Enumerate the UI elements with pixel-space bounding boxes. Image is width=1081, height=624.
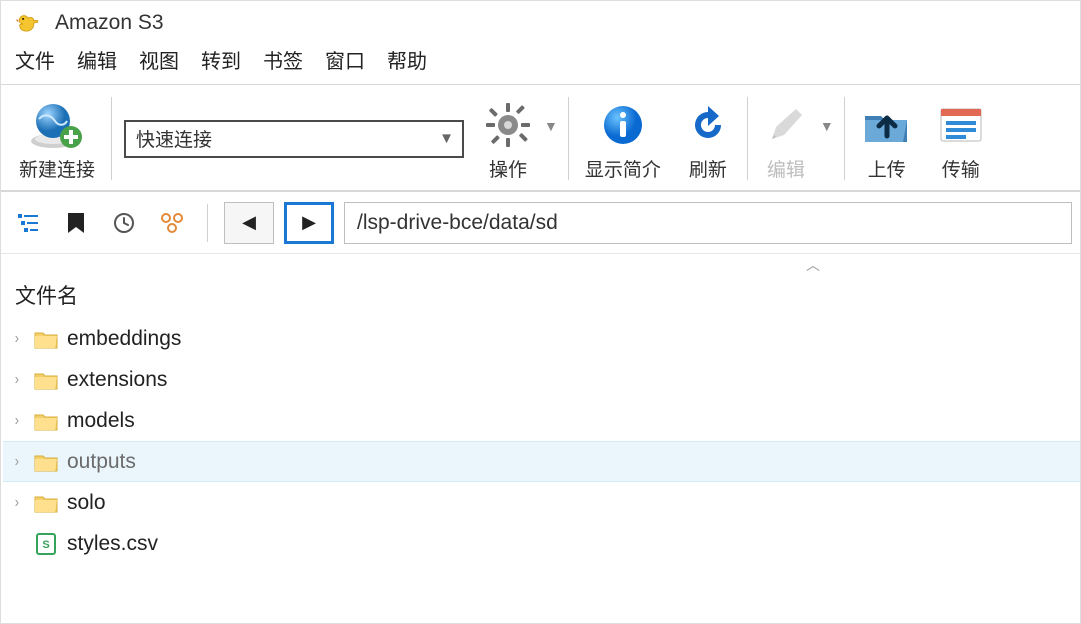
- folder-icon: [33, 408, 59, 434]
- menu-file[interactable]: 文件: [15, 45, 55, 74]
- path-input[interactable]: [344, 202, 1072, 244]
- menu-window[interactable]: 窗口: [325, 45, 365, 74]
- titlebar: Amazon S3: [1, 1, 1080, 43]
- nav-back-button[interactable]: ◀: [224, 202, 274, 244]
- menu-help[interactable]: 帮助: [387, 45, 427, 74]
- folder-icon: [33, 367, 59, 393]
- folder-row[interactable]: › outputs: [3, 441, 1080, 482]
- folder-row[interactable]: › models: [3, 400, 1080, 441]
- expand-caret-icon[interactable]: ›: [15, 494, 29, 512]
- folder-icon: [33, 326, 59, 352]
- duck-icon: [15, 10, 41, 36]
- folder-icon: [33, 449, 59, 475]
- edit-label: 编辑: [767, 155, 805, 182]
- edit-dropdown-caret[interactable]: ▼: [820, 91, 840, 186]
- tree-item-name: solo: [67, 491, 106, 515]
- gear-icon: [484, 101, 532, 149]
- get-info-button[interactable]: 显示简介: [573, 91, 673, 186]
- pane-collapse-caret[interactable]: ︿: [1, 254, 1080, 276]
- toolbar-separator: [844, 97, 845, 180]
- bonjour-view-button[interactable]: [153, 204, 191, 242]
- folder-row[interactable]: › embeddings: [3, 318, 1080, 359]
- quick-connect-combobox[interactable]: 快速连接 ▼: [124, 120, 464, 158]
- history-view-button[interactable]: [105, 204, 143, 242]
- triangle-right-icon: ▶: [302, 212, 316, 233]
- get-info-label: 显示简介: [585, 155, 661, 182]
- pencil-icon: [764, 103, 808, 147]
- menu-edit[interactable]: 编辑: [77, 45, 117, 74]
- action-dropdown-caret[interactable]: ▼: [544, 91, 564, 186]
- toolbar-separator: [111, 97, 112, 180]
- triangle-left-icon: ◀: [242, 212, 256, 233]
- csv-file-icon: S: [33, 531, 59, 557]
- folder-row[interactable]: › solo: [3, 482, 1080, 523]
- tree-item-name: outputs: [67, 450, 136, 474]
- toolbar-separator: [747, 97, 748, 180]
- refresh-label: 刷新: [689, 155, 727, 182]
- globe-plus-icon: [29, 99, 85, 151]
- menu-go[interactable]: 转到: [201, 45, 241, 74]
- expand-caret-icon[interactable]: ›: [15, 412, 29, 430]
- toolbar-separator: [568, 97, 569, 180]
- toolbar: 新建连接 快速连接 ▼: [1, 84, 1080, 192]
- info-icon: [600, 102, 646, 148]
- tree-item-name: styles.csv: [67, 532, 158, 556]
- tree-item-name: extensions: [67, 368, 167, 392]
- folder-row[interactable]: › extensions: [3, 359, 1080, 400]
- navigation-bar: ◀ ▶: [1, 192, 1080, 254]
- upload-label: 上传: [868, 155, 906, 182]
- folder-icon: [33, 490, 59, 516]
- transfers-button[interactable]: 传输: [925, 91, 997, 186]
- tree-item-name: models: [67, 409, 135, 433]
- file-row[interactable]: › S styles.csv: [3, 523, 1080, 564]
- expand-caret-icon[interactable]: ›: [15, 453, 29, 471]
- bonjour-icon: [159, 211, 185, 235]
- menubar: 文件 编辑 视图 转到 书签 窗口 帮助: [1, 43, 1080, 84]
- chevron-down-icon: ▼: [439, 130, 454, 147]
- new-connection-label: 新建连接: [19, 155, 95, 182]
- svg-text:S: S: [42, 539, 49, 551]
- transfers-window-icon: [937, 103, 985, 147]
- column-header-name[interactable]: 文件名: [1, 276, 1080, 316]
- menu-bookmarks[interactable]: 书签: [263, 45, 303, 74]
- outline-view-button[interactable]: [9, 204, 47, 242]
- action-button[interactable]: 操作: [472, 91, 544, 186]
- nav-forward-button[interactable]: ▶: [284, 202, 334, 244]
- transfers-label: 传输: [942, 155, 980, 182]
- upload-button[interactable]: 上传: [849, 91, 925, 186]
- bookmarks-view-button[interactable]: [57, 204, 95, 242]
- bookmark-icon: [65, 211, 87, 235]
- window-title: Amazon S3: [55, 11, 164, 35]
- expand-caret-icon[interactable]: ›: [15, 330, 29, 348]
- edit-button: 编辑: [752, 91, 820, 186]
- outline-icon: [16, 211, 40, 235]
- menu-view[interactable]: 视图: [139, 45, 179, 74]
- expand-caret-icon[interactable]: ›: [15, 371, 29, 389]
- upload-folder-icon: [861, 102, 913, 148]
- nav-separator: [207, 204, 208, 242]
- refresh-icon: [685, 102, 731, 148]
- file-tree: › embeddings› extensions› models› output…: [1, 316, 1080, 564]
- clock-icon: [112, 211, 136, 235]
- quick-connect-value: 快速连接: [136, 125, 212, 152]
- new-connection-button[interactable]: 新建连接: [7, 91, 107, 186]
- tree-item-name: embeddings: [67, 327, 181, 351]
- refresh-button[interactable]: 刷新: [673, 91, 743, 186]
- action-label: 操作: [489, 155, 527, 182]
